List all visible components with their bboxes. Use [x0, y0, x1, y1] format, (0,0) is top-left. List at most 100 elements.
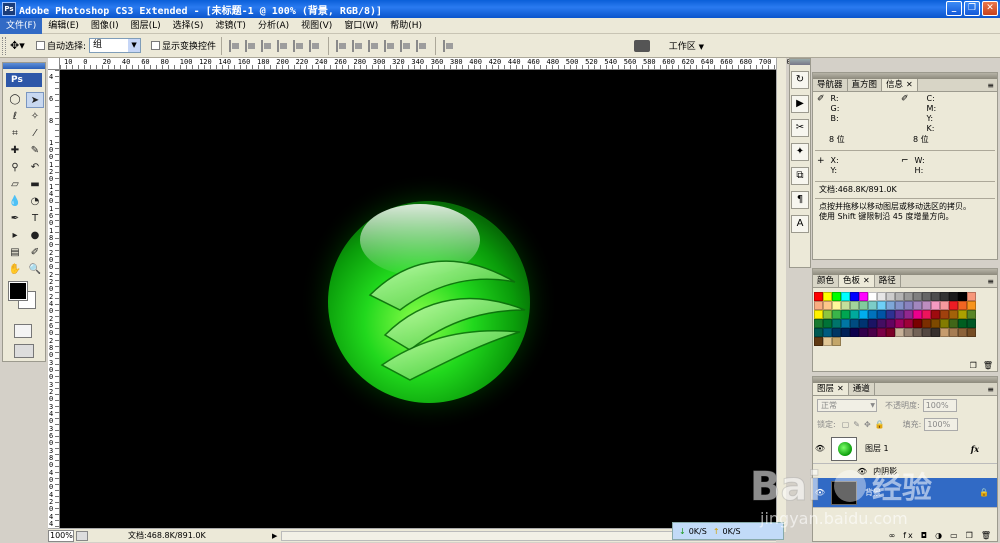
color-swatch[interactable]	[949, 301, 958, 310]
color-swatch[interactable]	[913, 328, 922, 337]
tool-presets-panel-icon[interactable]: ✂	[791, 119, 809, 137]
color-swatch[interactable]	[958, 310, 967, 319]
lock-icons[interactable]: ▢✎✥🔒	[842, 420, 889, 429]
color-swatch[interactable]	[895, 310, 904, 319]
color-swatch[interactable]	[886, 328, 895, 337]
color-swatch[interactable]	[850, 310, 859, 319]
color-swatch[interactable]	[967, 292, 976, 301]
toolbox-header[interactable]	[3, 63, 45, 69]
paragraph-panel-icon[interactable]: ¶	[791, 191, 809, 209]
color-swatch[interactable]	[895, 319, 904, 328]
type-tool-icon[interactable]: T	[26, 211, 44, 227]
ruler-origin[interactable]	[48, 58, 60, 70]
color-swatch[interactable]	[886, 310, 895, 319]
color-swatch[interactable]	[922, 301, 931, 310]
color-swatch[interactable]	[967, 301, 976, 310]
color-swatch[interactable]	[841, 292, 850, 301]
color-swatch[interactable]	[913, 310, 922, 319]
layer-effect-row[interactable]: 👁 内阴影	[813, 464, 997, 478]
clone-stamp-tool-icon[interactable]: ⚲	[6, 160, 24, 176]
distribute-hcenter-icon[interactable]	[400, 39, 412, 52]
lasso-tool-icon[interactable]: ℓ	[6, 109, 24, 125]
color-swatch[interactable]	[904, 310, 913, 319]
color-swatch[interactable]	[850, 328, 859, 337]
crop-tool-icon[interactable]: ⌗	[6, 126, 24, 142]
panel-menu-icon[interactable]: ≡	[987, 385, 994, 394]
delete-swatch-icon[interactable]: 🗑	[983, 361, 993, 370]
color-swatch[interactable]	[832, 310, 841, 319]
eyedropper-tool-icon[interactable]: ✐	[26, 245, 44, 261]
move-tool-preset-icon[interactable]: ✥▾	[10, 37, 36, 55]
menu-window[interactable]: 窗口(W)	[338, 18, 384, 34]
tab-histogram[interactable]: 直方图	[848, 79, 883, 91]
color-swatch[interactable]	[886, 319, 895, 328]
quick-mask-button[interactable]	[14, 324, 32, 338]
layer-name[interactable]: 图层 1	[865, 443, 889, 454]
hand-tool-icon[interactable]: ✋	[6, 262, 24, 278]
magic-wand-tool-icon[interactable]: ✧	[26, 109, 44, 125]
distribute-vcenter-icon[interactable]	[352, 39, 364, 52]
color-swatch[interactable]	[904, 292, 913, 301]
eye-icon[interactable]: 👁	[813, 488, 827, 497]
distribute-right-icon[interactable]	[416, 39, 428, 52]
color-swatch[interactable]	[814, 292, 823, 301]
color-swatch[interactable]	[823, 310, 832, 319]
menu-select[interactable]: 选择(S)	[167, 18, 210, 34]
color-swatch[interactable]	[859, 319, 868, 328]
app-icon[interactable]: Ps	[2, 2, 16, 16]
color-swatch[interactable]	[823, 328, 832, 337]
move-tool-icon[interactable]: ➤	[26, 92, 44, 108]
color-swatch[interactable]	[868, 310, 877, 319]
color-swatch[interactable]	[832, 328, 841, 337]
character-panel-icon[interactable]: A	[791, 215, 809, 233]
dock-header[interactable]	[790, 59, 810, 65]
color-swatch[interactable]	[967, 328, 976, 337]
layer-row[interactable]: 👁 图层 1 fx	[813, 434, 997, 464]
new-group-icon[interactable]: ▭	[950, 531, 960, 540]
status-menu-icon[interactable]	[76, 530, 88, 541]
color-swatch[interactable]	[949, 292, 958, 301]
color-swatch[interactable]	[922, 310, 931, 319]
color-swatch[interactable]	[877, 292, 886, 301]
color-swatch[interactable]	[922, 328, 931, 337]
color-swatch[interactable]	[922, 319, 931, 328]
tab-navigator[interactable]: 导航器	[813, 79, 848, 91]
color-swatch[interactable]	[850, 292, 859, 301]
clone-source-panel-icon[interactable]: ⧉	[791, 167, 809, 185]
align-top-icon[interactable]	[229, 39, 241, 52]
menu-file[interactable]: 文件(F)	[0, 17, 43, 34]
color-swatch[interactable]	[814, 301, 823, 310]
menu-filter[interactable]: 滤镜(T)	[209, 18, 252, 34]
layer-row[interactable]: 👁 背景 🔒	[813, 478, 997, 508]
tab-layers[interactable]: 图层 ✕	[813, 383, 849, 395]
color-swatch[interactable]	[823, 301, 832, 310]
eye-icon[interactable]: 👁	[857, 467, 867, 476]
color-swatch[interactable]	[841, 328, 850, 337]
vertical-scrollbar[interactable]	[776, 58, 786, 532]
show-transform-checkbox[interactable]	[151, 41, 161, 50]
align-hcenter-icon[interactable]	[293, 39, 305, 52]
panel-menu-icon[interactable]: ≡	[987, 81, 994, 90]
color-swatch[interactable]	[958, 301, 967, 310]
color-swatch[interactable]	[850, 301, 859, 310]
add-mask-icon[interactable]: ◘	[921, 531, 929, 540]
color-swatch[interactable]	[904, 319, 913, 328]
align-right-icon[interactable]	[309, 39, 321, 52]
color-swatch[interactable]	[859, 328, 868, 337]
distribute-bottom-icon[interactable]	[368, 39, 380, 52]
pen-tool-icon[interactable]: ✒	[6, 211, 24, 227]
workspace-button[interactable]: 工作区 ▼	[669, 39, 704, 52]
menu-analysis[interactable]: 分析(A)	[252, 18, 295, 34]
color-swatch[interactable]	[823, 319, 832, 328]
foreground-color-swatch[interactable]	[8, 281, 28, 301]
layer-name[interactable]: 背景	[865, 487, 881, 498]
history-brush-tool-icon[interactable]: ↶	[26, 160, 44, 176]
screen-mode-button[interactable]	[14, 344, 34, 358]
color-swatch[interactable]	[895, 328, 904, 337]
distribute-left-icon[interactable]	[384, 39, 396, 52]
color-swatch[interactable]	[859, 310, 868, 319]
marquee-tool-icon[interactable]: ◯	[6, 92, 24, 108]
close-icon[interactable]: ✕	[906, 80, 913, 89]
blend-mode-dropdown[interactable]: 正常	[817, 399, 877, 412]
color-swatch[interactable]	[940, 310, 949, 319]
